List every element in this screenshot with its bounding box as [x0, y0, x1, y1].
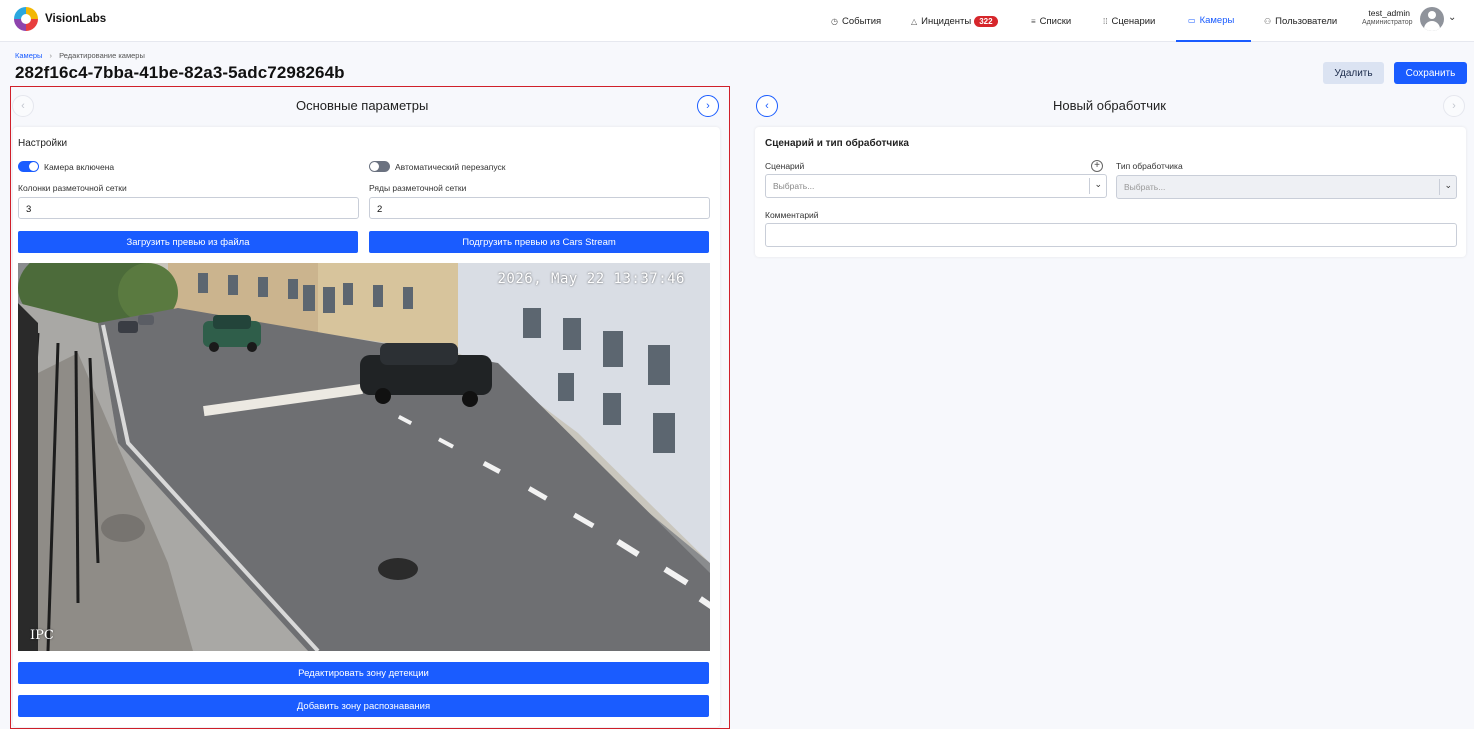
incidents-count-badge: 322 — [974, 15, 998, 27]
nav-scenarios[interactable]: ⁞⁞ Сценарии — [1103, 0, 1155, 42]
auto-restart-label: Автоматический перезапуск — [395, 162, 506, 172]
delete-button[interactable]: Удалить — [1323, 62, 1384, 84]
users-icon: ⚇ — [1264, 16, 1272, 26]
breadcrumb: Камеры › Редактирование камеры — [15, 51, 145, 60]
prev-step-button[interactable]: ‹ — [12, 95, 34, 117]
breadcrumb-current: Редактирование камеры — [59, 51, 145, 60]
next-step-button[interactable]: › — [697, 95, 719, 117]
nav-lists[interactable]: ≡ Списки — [1031, 0, 1071, 42]
rows-label: Ряды разметочной сетки — [369, 183, 467, 193]
breadcrumb-chevron-icon: › — [49, 51, 53, 60]
comment-label: Комментарий — [765, 210, 819, 220]
camera-enabled-label: Камера включена — [44, 162, 115, 172]
back-step-button[interactable]: ‹ — [756, 95, 778, 117]
nav-cameras-label: Камеры — [1199, 14, 1235, 26]
chevron-right-icon: › — [706, 100, 710, 112]
rows-input[interactable]: 2 — [369, 197, 710, 219]
logo-text: VisionLabs — [45, 13, 107, 25]
chevron-left-icon: ‹ — [765, 100, 769, 112]
chevron-down-icon[interactable]: ⌄ — [1448, 12, 1456, 23]
nav-users-label: Пользователи — [1275, 15, 1338, 27]
breadcrumb-cameras-link[interactable]: Камеры — [15, 51, 42, 60]
page-title: 282f16c4-7bba-41be-82a3-5adc7298264b — [15, 63, 345, 82]
list-icon: ≡ — [1031, 16, 1036, 26]
settings-title: Настройки — [18, 138, 68, 149]
add-scenario-icon[interactable]: + — [1091, 160, 1103, 172]
save-button[interactable]: Сохранить — [1394, 62, 1467, 84]
edit-detection-zone-button[interactable]: Редактировать зону детекции — [18, 662, 709, 684]
scenario-select[interactable]: Выбрать... ⌄ — [765, 174, 1107, 198]
clock-icon: ◷ — [831, 16, 838, 26]
scenarios-icon: ⁞⁞ — [1103, 16, 1108, 26]
camera-enabled-toggle[interactable] — [18, 161, 39, 172]
user-info[interactable]: test_admin Администратор — [1362, 8, 1413, 27]
camera-icon: ▭ — [1188, 15, 1196, 25]
nav-scenarios-label: Сценарии — [1111, 15, 1156, 27]
preview-watermark: IPC — [30, 628, 54, 643]
camera-preview-image: 2026, May 22 13:37:46 IPC — [18, 263, 710, 651]
top-bar: VisionLabs ◷ События △ Инциденты 322 ≡ С… — [0, 0, 1474, 42]
nav-lists-label: Списки — [1039, 15, 1072, 27]
columns-input[interactable]: 3 — [18, 197, 359, 219]
user-name: test_admin — [1368, 8, 1410, 18]
nav-users[interactable]: ⚇ Пользователи — [1264, 0, 1337, 42]
user-role: Администратор — [1362, 19, 1413, 26]
forward-step-button[interactable]: › — [1443, 95, 1465, 117]
nav-incidents-label: Инциденты — [921, 15, 972, 27]
auto-restart-toggle[interactable] — [369, 161, 390, 172]
upload-preview-file-button[interactable]: Загрузить превью из файла — [18, 231, 358, 253]
preview-timestamp: 2026, May 22 13:37:46 — [497, 271, 685, 287]
handler-type-select-value: Выбрать... — [1124, 182, 1166, 192]
columns-label: Колонки разметочной сетки — [18, 183, 127, 193]
new-handler-title: Новый обработчик — [1053, 98, 1166, 113]
comment-input[interactable] — [765, 223, 1457, 247]
street-scene-svg — [18, 263, 710, 651]
chevron-down-icon: ⌄ — [1444, 180, 1452, 190]
handler-type-select[interactable]: Выбрать... ⌄ — [1116, 175, 1457, 199]
chevron-right-icon: › — [1452, 100, 1456, 112]
scenario-select-value: Выбрать... — [773, 181, 815, 191]
nav-cameras[interactable]: ▭ Камеры — [1176, 0, 1251, 42]
scenario-label: Сценарий — [765, 161, 805, 171]
nav-events[interactable]: ◷ События — [831, 0, 881, 42]
main-params-title: Основные параметры — [296, 98, 429, 113]
nav-incidents[interactable]: △ Инциденты 322 — [911, 0, 998, 42]
add-recognition-zone-button[interactable]: Добавить зону распознавания — [18, 695, 709, 717]
chevron-down-icon: ⌄ — [1094, 179, 1102, 189]
handler-section-title: Сценарий и тип обработчика — [765, 138, 909, 149]
visionlabs-logo-icon — [14, 7, 38, 31]
handler-type-label: Тип обработчика — [1116, 161, 1183, 171]
warning-triangle-icon: △ — [911, 16, 918, 26]
nav-events-label: События — [841, 15, 882, 27]
avatar[interactable] — [1420, 7, 1444, 31]
upload-preview-stream-button[interactable]: Подгрузить превью из Cars Stream — [369, 231, 709, 253]
chevron-left-icon: ‹ — [21, 100, 25, 112]
logo[interactable]: VisionLabs — [14, 7, 106, 31]
